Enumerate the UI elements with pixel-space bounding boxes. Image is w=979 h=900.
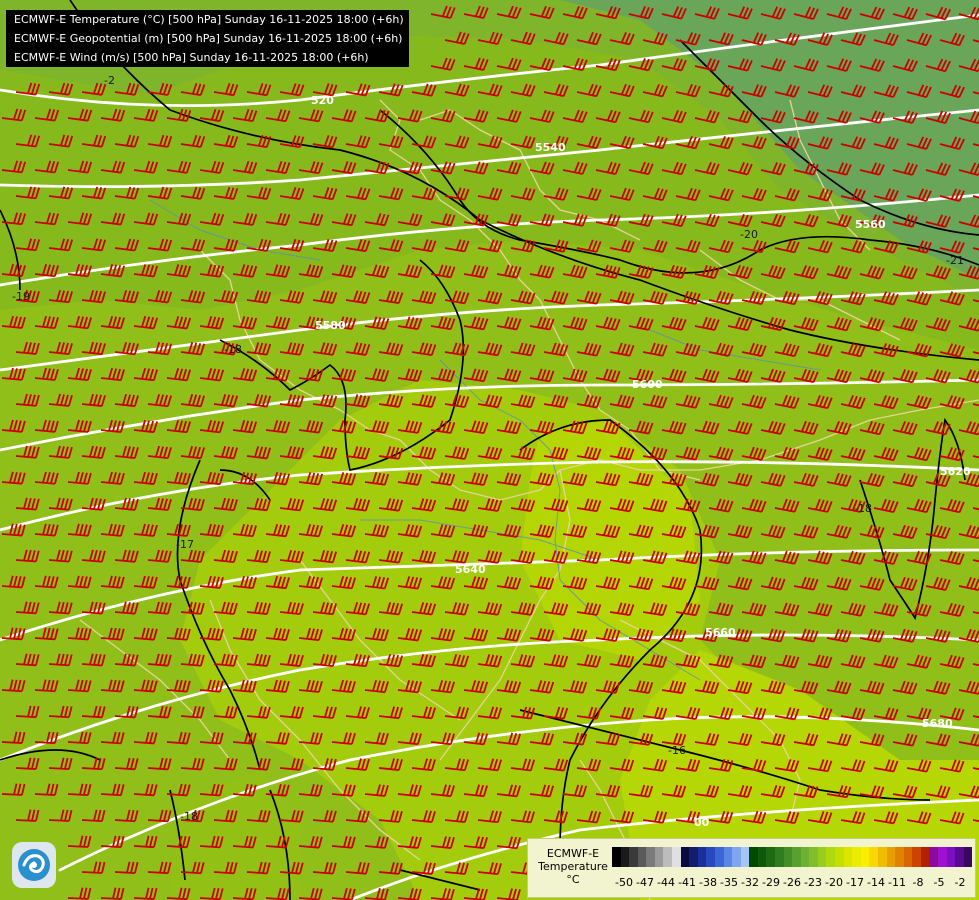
- legend-title-line1: ECMWF-E: [546, 847, 600, 860]
- isotherm-label: -18: [224, 343, 242, 356]
- legend-title: ECMWF-E Temperature °C: [534, 847, 612, 886]
- legend-swatch: [809, 847, 818, 867]
- legend-tick-label: -41: [678, 876, 696, 889]
- legend-swatch: [946, 847, 956, 867]
- legend-swatch: [860, 847, 870, 867]
- legend-swatch: [937, 847, 947, 867]
- legend-tick-label: -32: [741, 876, 759, 889]
- isohypse-label: 5580: [315, 319, 346, 332]
- legend-swatch: [877, 847, 887, 867]
- isohypse-label: 5680: [922, 717, 953, 730]
- legend-swatch: [672, 847, 681, 867]
- legend-swatch: [826, 847, 836, 867]
- logo-icon: [12, 842, 56, 888]
- map-title-box: ECMWF-E Temperature (°C) [500 hPa] Sunda…: [6, 10, 409, 67]
- temperature-legend: ECMWF-E Temperature °C -50 -47 -44 -41 -38 -3…: [527, 838, 976, 898]
- legend-swatch: [689, 847, 698, 867]
- legend-swatch: [895, 847, 904, 867]
- isohypse-label: 5640: [455, 563, 486, 576]
- legend-swatch: [774, 847, 784, 867]
- legend-swatch: [929, 847, 938, 867]
- isohypse-label: 5540: [535, 141, 566, 154]
- legend-swatch: [835, 847, 844, 867]
- legend-swatch: [843, 847, 853, 867]
- legend-unit: °C: [566, 873, 580, 886]
- legend-swatch: [646, 847, 655, 867]
- legend-swatch: [800, 847, 810, 867]
- legend-tick-label: -35: [720, 876, 738, 889]
- legend-tick-label: -44: [657, 876, 675, 889]
- legend-swatch: [732, 847, 741, 867]
- isotherm-label: -18: [180, 810, 198, 823]
- legend-tick-label: -14: [867, 876, 885, 889]
- legend-tick-label: -8: [912, 876, 924, 889]
- weather-map[interactable]: 520 5540 5560 5580 5600 5620 5640 5660 5…: [0, 0, 979, 900]
- isohypse-label: 5660: [705, 626, 736, 639]
- legend-tick-label: -23: [804, 876, 822, 889]
- title-line-wind: ECMWF-E Wind (m/s) [500 hPa] Sunday 16-1…: [14, 51, 369, 64]
- legend-title-line2: Temperature: [538, 860, 608, 873]
- legend-swatch: [903, 847, 913, 867]
- legend-swatch: [852, 847, 861, 867]
- legend-swatch: [637, 847, 647, 867]
- legend-swatch: [740, 847, 750, 867]
- legend-tick-label: -11: [888, 876, 906, 889]
- legend-swatch: [912, 847, 921, 867]
- isotherm-label: -19: [12, 290, 30, 303]
- isotherm-label: -18: [854, 502, 872, 515]
- isohypse-label: 5620: [940, 465, 971, 478]
- isotherm-label: -20: [740, 228, 758, 241]
- legend-swatch: [697, 847, 707, 867]
- legend-swatch: [749, 847, 758, 867]
- legend-swatch: [783, 847, 793, 867]
- isotherm-label: -17: [176, 538, 194, 551]
- isohypse-label: 5600: [632, 378, 663, 391]
- legend-tick-label: -38: [699, 876, 717, 889]
- legend-tick-label: -29: [762, 876, 780, 889]
- legend-swatch: [629, 847, 638, 867]
- legend-tick-label: -17: [846, 876, 864, 889]
- legend-swatch: [963, 847, 973, 867]
- legend-swatch: [766, 847, 775, 867]
- legend-tick-label: -50: [615, 876, 633, 889]
- isohypse-label: 520: [311, 94, 334, 107]
- isotherm-label: -21: [946, 254, 964, 267]
- legend-swatch: [869, 847, 878, 867]
- legend-ticks: -50 -47 -44 -41 -38 -35 -32 -29 -26 -23 -20 -17 -14-…: [612, 876, 972, 890]
- isohypse-label: 00: [694, 816, 710, 829]
- legend-swatch: [757, 847, 767, 867]
- title-line-temperature: ECMWF-E Temperature (°C) [500 hPa] Sunda…: [14, 13, 404, 26]
- legend-tick-label: -20: [825, 876, 843, 889]
- legend-swatch: [886, 847, 896, 867]
- legend-swatch: [955, 847, 964, 867]
- legend-swatch: [792, 847, 801, 867]
- legend-swatch: [612, 847, 621, 867]
- legend-swatch: [654, 847, 664, 867]
- isohypse-label: 5560: [855, 218, 886, 231]
- legend-tick-label: -26: [783, 876, 801, 889]
- legend-swatch: [920, 847, 930, 867]
- legend-swatch: [620, 847, 630, 867]
- legend-tick-label: -2: [954, 876, 966, 889]
- legend-swatch: [663, 847, 673, 867]
- title-line-geopotential: ECMWF-E Geopotential (m) [500 hPa] Sunda…: [14, 32, 403, 45]
- legend-swatch: [706, 847, 715, 867]
- legend-swatch: [723, 847, 733, 867]
- isotherm-label: -16: [668, 744, 686, 757]
- legend-tick-label: -5: [933, 876, 945, 889]
- legend-swatch: [714, 847, 724, 867]
- legend-swatch: [680, 847, 690, 867]
- legend-swatch: [817, 847, 827, 867]
- legend-color-bar: [612, 847, 973, 867]
- legend-tick-label: -47: [636, 876, 654, 889]
- isotherm-label: -2: [104, 74, 115, 87]
